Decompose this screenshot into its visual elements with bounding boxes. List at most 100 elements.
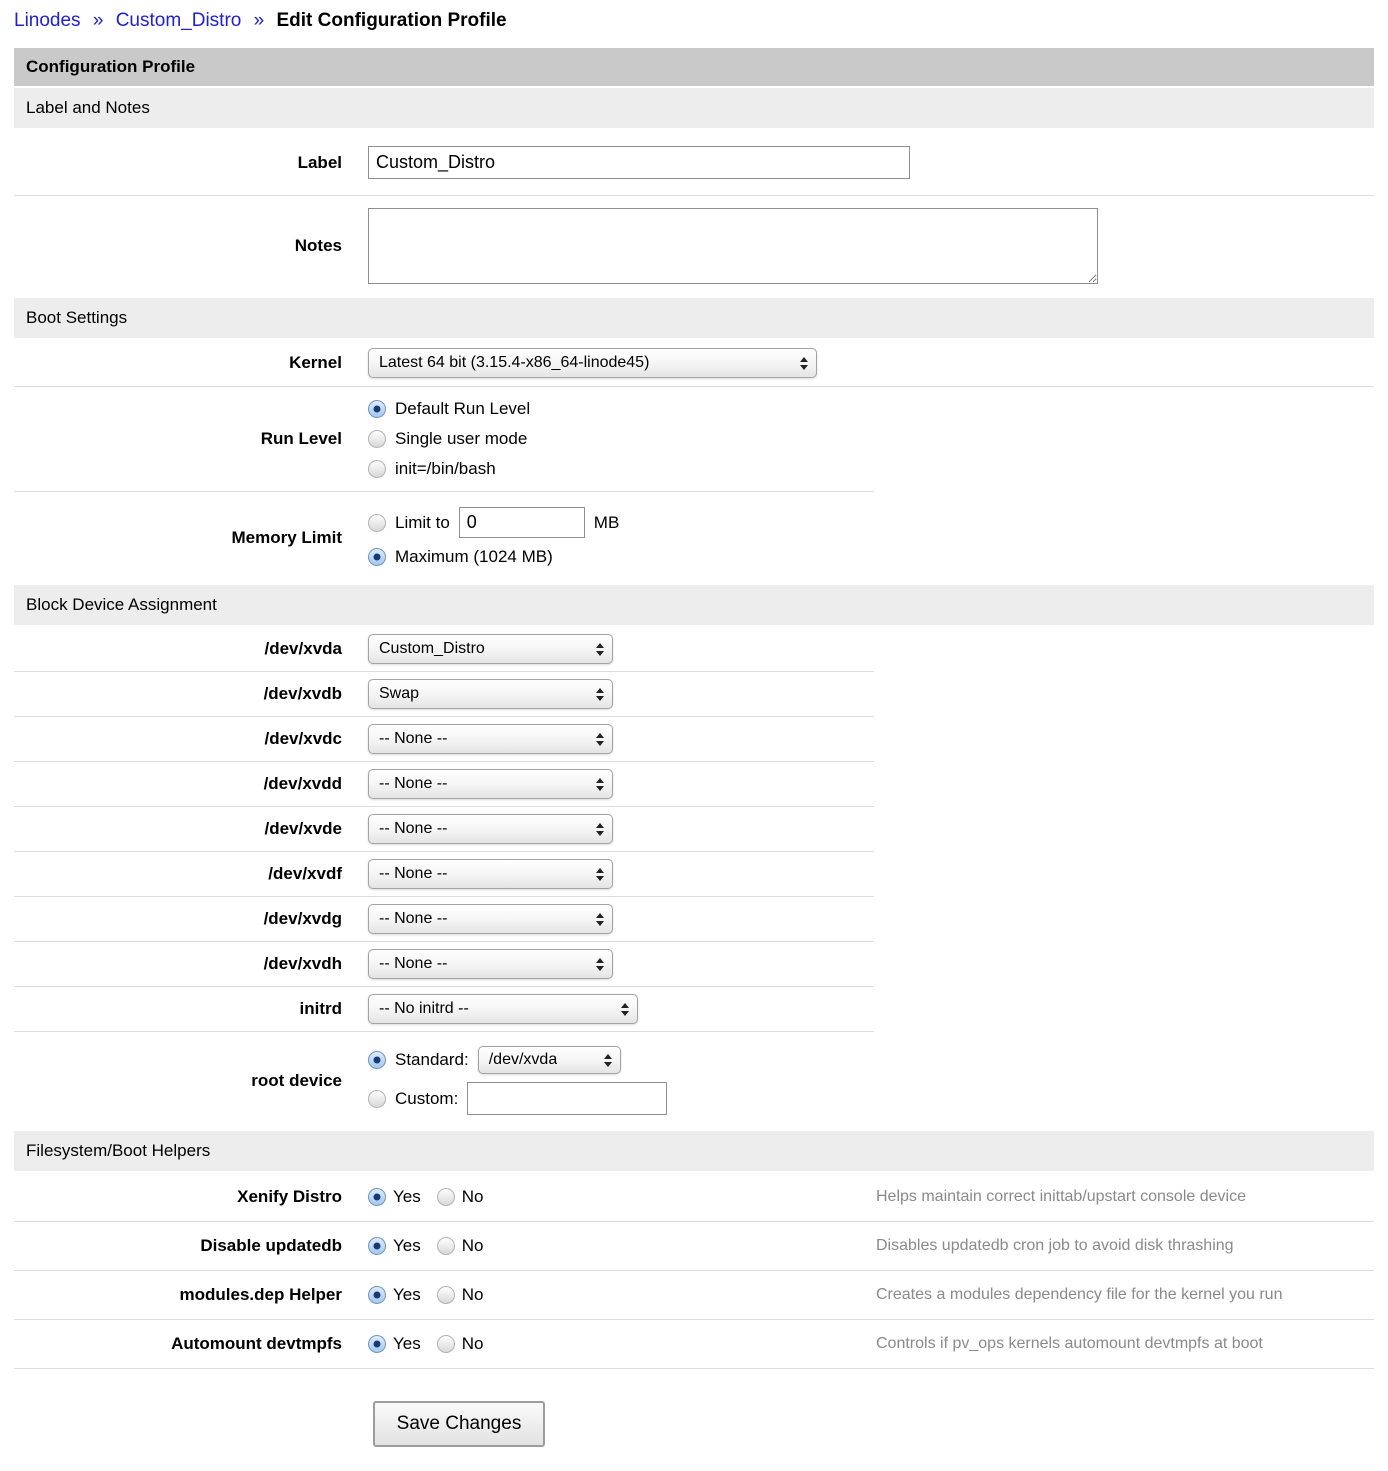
panel-header: Configuration Profile [14, 48, 1374, 86]
radio-icon [368, 1051, 386, 1069]
radio-icon [368, 460, 386, 478]
memory-limit-to-radio[interactable]: Limit to [368, 513, 450, 533]
helper-label: Disable updatedb [200, 1236, 342, 1256]
section-heading-boot-settings: Boot Settings [14, 296, 1374, 340]
device-row-xvdb: /dev/xvdb Swap [14, 672, 1374, 717]
section-heading-label-and-notes: Label and Notes [14, 86, 1374, 130]
page-title: Edit Configuration Profile [277, 10, 507, 31]
initrd-select-value: -- No initrd -- [379, 1000, 469, 1018]
root-device-standard-select[interactable]: /dev/xvda [478, 1046, 621, 1074]
device-label: /dev/xvdh [264, 954, 342, 974]
device-xvda-select[interactable]: Custom_Distro [368, 634, 613, 664]
device-select-value: Swap [379, 685, 419, 703]
radio-label: No [462, 1285, 484, 1305]
radio-label: Standard: [395, 1050, 469, 1070]
radio-label: No [462, 1334, 484, 1354]
device-row-xvdd: /dev/xvdd -- None -- [14, 762, 1374, 807]
notes-row: Notes [14, 196, 1374, 296]
root-device-standard-radio[interactable]: Standard: [368, 1050, 469, 1070]
helper-label: Xenify Distro [237, 1187, 342, 1207]
save-area: Save Changes [373, 1401, 1388, 1447]
select-arrows-icon [621, 1003, 629, 1016]
radio-icon [368, 1237, 386, 1255]
radio-icon [368, 430, 386, 448]
device-xvde-select[interactable]: -- None -- [368, 814, 613, 844]
device-row-xvda: /dev/xvda Custom_Distro [14, 627, 1374, 672]
root-device-field-label: root device [251, 1071, 342, 1091]
select-arrows-icon [596, 778, 604, 791]
initrd-field-label: initrd [300, 999, 343, 1019]
device-xvdh-select[interactable]: -- None -- [368, 949, 613, 979]
radio-icon [437, 1286, 455, 1304]
run-level-option-default-radio[interactable]: Default Run Level [368, 399, 530, 419]
radio-icon [437, 1188, 455, 1206]
helper-help-text: Creates a modules dependency file for th… [876, 1286, 1282, 1304]
save-changes-button[interactable]: Save Changes [373, 1401, 545, 1447]
helper-help-text: Helps maintain correct inittab/upstart c… [876, 1188, 1246, 1206]
run-level-row: Run Level Default Run Level Single user … [14, 387, 1374, 492]
helper-row-automount-devtmpfs: Automount devtmpfs Yes No Controls if pv… [14, 1320, 1374, 1369]
device-select-value: -- None -- [379, 730, 447, 748]
radio-icon [368, 1188, 386, 1206]
disable-updatedb-no-radio[interactable]: No [437, 1236, 484, 1256]
breadcrumb-separator: » [254, 10, 265, 31]
device-row-xvdf: /dev/xvdf -- None -- [14, 852, 1374, 897]
select-arrows-icon [596, 958, 604, 971]
breadcrumb-link-linodes[interactable]: Linodes [14, 10, 81, 31]
automount-devtmpfs-yes-radio[interactable]: Yes [368, 1334, 421, 1354]
select-arrows-icon [596, 733, 604, 746]
radio-icon [368, 514, 386, 532]
radio-label: Limit to [395, 513, 450, 533]
device-label: /dev/xvdc [265, 729, 343, 749]
device-row-xvde: /dev/xvde -- None -- [14, 807, 1374, 852]
radio-label: No [462, 1187, 484, 1207]
run-level-option-single-user-radio[interactable]: Single user mode [368, 429, 527, 449]
select-arrows-icon [596, 688, 604, 701]
device-xvdb-select[interactable]: Swap [368, 679, 613, 709]
automount-devtmpfs-no-radio[interactable]: No [437, 1334, 484, 1354]
device-label: /dev/xvdd [264, 774, 342, 794]
label-input[interactable] [368, 146, 910, 179]
select-arrows-icon [596, 643, 604, 656]
device-select-value: -- None -- [379, 910, 447, 928]
select-arrows-icon [596, 868, 604, 881]
device-xvdf-select[interactable]: -- None -- [368, 859, 613, 889]
radio-label: Yes [393, 1285, 421, 1305]
device-xvdg-select[interactable]: -- None -- [368, 904, 613, 934]
kernel-field-label: Kernel [289, 353, 342, 373]
root-device-custom-input[interactable] [467, 1082, 667, 1115]
memory-limit-field-label: Memory Limit [231, 528, 342, 548]
breadcrumb-separator: » [93, 10, 104, 31]
device-select-value: -- None -- [379, 820, 447, 838]
device-row-xvdc: /dev/xvdc -- None -- [14, 717, 1374, 762]
device-select-value: -- None -- [379, 955, 447, 973]
radio-icon [437, 1335, 455, 1353]
device-label: /dev/xvdf [268, 864, 342, 884]
memory-maximum-radio[interactable]: Maximum (1024 MB) [368, 547, 553, 567]
device-xvdc-select[interactable]: -- None -- [368, 724, 613, 754]
xenify-distro-yes-radio[interactable]: Yes [368, 1187, 421, 1207]
select-arrows-icon [596, 823, 604, 836]
helper-label: Automount devtmpfs [171, 1334, 342, 1354]
radio-label: Default Run Level [395, 399, 530, 419]
initrd-select[interactable]: -- No initrd -- [368, 994, 638, 1024]
memory-limit-input[interactable] [459, 507, 585, 538]
device-xvdd-select[interactable]: -- None -- [368, 769, 613, 799]
modules-dep-no-radio[interactable]: No [437, 1285, 484, 1305]
helper-row-modules-dep: modules.dep Helper Yes No Creates a modu… [14, 1271, 1374, 1320]
device-select-value: -- None -- [379, 865, 447, 883]
device-label: /dev/xvde [265, 819, 343, 839]
section-heading-filesystem-boot-helpers: Filesystem/Boot Helpers [14, 1129, 1374, 1173]
kernel-select[interactable]: Latest 64 bit (3.15.4-x86_64-linode45) [368, 348, 817, 378]
select-arrows-icon [596, 913, 604, 926]
root-device-custom-radio[interactable]: Custom: [368, 1089, 458, 1109]
run-level-option-init-bash-radio[interactable]: init=/bin/bash [368, 459, 496, 479]
select-arrows-icon [800, 357, 808, 370]
radio-icon [437, 1237, 455, 1255]
breadcrumb-link-custom-distro[interactable]: Custom_Distro [116, 10, 242, 31]
disable-updatedb-yes-radio[interactable]: Yes [368, 1236, 421, 1256]
device-row-xvdg: /dev/xvdg -- None -- [14, 897, 1374, 942]
modules-dep-yes-radio[interactable]: Yes [368, 1285, 421, 1305]
xenify-distro-no-radio[interactable]: No [437, 1187, 484, 1207]
radio-icon [368, 1090, 386, 1108]
